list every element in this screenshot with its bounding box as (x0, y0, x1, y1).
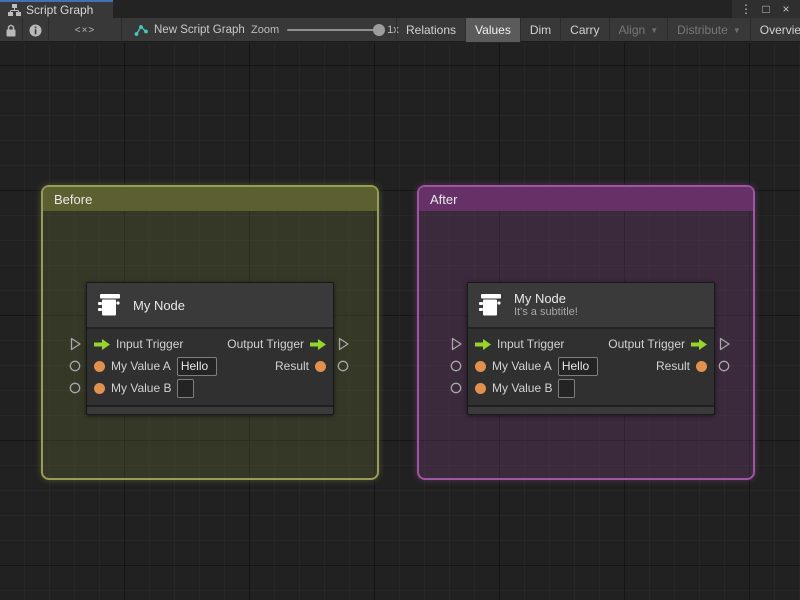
toolbar-buttons: Relations Values Dim Carry Align ▼ Distri… (396, 18, 800, 42)
value-b-input[interactable] (558, 378, 576, 398)
zoom-slider-handle[interactable] (373, 24, 386, 36)
info-icon (29, 24, 42, 36)
node-title: My Node (514, 291, 567, 306)
graph-toolbar: <×> New Script Graph Zoom 1x Relations V… (0, 18, 800, 42)
value-a-input[interactable] (176, 356, 217, 376)
port-row-value-a: My Value A Result (87, 355, 333, 377)
group-before-label: Before (54, 191, 93, 207)
value-a-input[interactable] (557, 356, 598, 376)
value-b-label: My Value B (111, 381, 172, 395)
tab-strip: Script Graph ⋮ □ × (0, 0, 800, 18)
flow-port-handle-flow-in[interactable] (69, 337, 82, 351)
value-input-port-icon[interactable] (475, 360, 486, 372)
result-label: Result (274, 359, 309, 373)
value-b-label: My Value B (492, 381, 553, 395)
window-controls: ⋮ □ × (732, 0, 800, 18)
node-subtitle: It's a subtitle! (514, 306, 578, 318)
dropdown-caret-icon: ▼ (732, 25, 741, 35)
relations-button[interactable]: Relations (396, 18, 465, 42)
maximize-icon[interactable]: □ (758, 1, 774, 17)
value-port-handle-value-b-in[interactable] (450, 381, 463, 395)
flow-input-port-icon[interactable] (475, 338, 491, 350)
output-trigger-label: Output Trigger (227, 337, 304, 351)
code-preview-toggle[interactable]: <×> (49, 18, 122, 42)
flow-input-port-icon[interactable] (94, 338, 110, 350)
tab-label: Script Graph (26, 3, 94, 17)
input-trigger-label: Input Trigger (497, 337, 565, 351)
flow-port-handle-flow-out[interactable] (337, 337, 350, 351)
node-title: My Node (133, 297, 186, 313)
port-row-value-b: My Value B (87, 377, 333, 399)
lock-icon (6, 24, 16, 36)
node-footer (87, 405, 333, 414)
carry-button[interactable]: Carry (560, 18, 608, 42)
port-row-triggers: Input Trigger Output Trigger (87, 333, 333, 355)
unit-node-icon (98, 294, 120, 316)
dropdown-caret-icon: ▼ (650, 25, 659, 35)
dim-button[interactable]: Dim (519, 18, 560, 42)
value-a-label: My Value A (111, 359, 171, 373)
value-input-port-icon[interactable] (475, 382, 486, 394)
node-my-node-after[interactable]: My Node It's a subtitle! Input Trigger O… (467, 282, 715, 415)
close-icon[interactable]: × (778, 1, 794, 17)
node-my-node-before[interactable]: My Node Input Trigger Output Trigger My … (86, 282, 334, 415)
lock-button[interactable] (0, 18, 23, 42)
value-port-handle-value-b-in[interactable] (69, 381, 82, 395)
graph-canvas[interactable]: Before After My Node Input Trigger Outpu… (0, 43, 800, 600)
overview-button[interactable]: Overview (749, 18, 800, 42)
input-trigger-label: Input Trigger (116, 337, 184, 351)
zoom-control: Zoom 1x (251, 18, 399, 42)
values-button[interactable]: Values (465, 18, 520, 42)
script-graph-window: Script Graph ⋮ □ × <×> New Script Graph … (0, 0, 800, 600)
info-button[interactable] (23, 18, 49, 42)
node-header[interactable]: My Node (87, 283, 333, 329)
value-port-handle-value-a-in[interactable] (450, 359, 463, 373)
zoom-slider[interactable] (287, 24, 386, 36)
value-port-handle-result-out[interactable] (337, 359, 350, 373)
group-before-header[interactable]: Before (43, 187, 377, 211)
value-output-port-icon[interactable] (315, 360, 326, 372)
group-after-label: After (430, 191, 458, 207)
script-graph-icon (134, 25, 148, 36)
graph-breadcrumb[interactable]: New Script Graph (134, 18, 245, 42)
flow-port-handle-flow-in[interactable] (450, 337, 463, 351)
kebab-menu-icon[interactable]: ⋮ (738, 1, 754, 17)
value-port-handle-value-a-in[interactable] (69, 359, 82, 373)
result-label: Result (655, 359, 690, 373)
value-output-port-icon[interactable] (696, 360, 707, 372)
value-input-port-icon[interactable] (94, 382, 105, 394)
value-a-label: My Value A (492, 359, 552, 373)
graph-hierarchy-icon (8, 4, 21, 16)
value-input-port-icon[interactable] (94, 360, 105, 372)
unit-node-icon (479, 294, 501, 316)
output-trigger-label: Output Trigger (608, 337, 685, 351)
node-footer (468, 405, 714, 414)
node-body: Input Trigger Output Trigger My Value A … (468, 329, 714, 405)
value-port-handle-result-out[interactable] (718, 359, 731, 373)
flow-port-handle-flow-out[interactable] (718, 337, 731, 351)
port-row-value-a: My Value A Result (468, 355, 714, 377)
code-icon: <×> (74, 24, 96, 36)
align-dropdown: Align ▼ (608, 18, 668, 42)
port-row-value-b: My Value B (468, 377, 714, 399)
group-after-header[interactable]: After (419, 187, 753, 211)
flow-output-port-icon[interactable] (310, 338, 326, 350)
value-b-input[interactable] (177, 378, 195, 398)
zoom-label: Zoom (251, 24, 280, 36)
graph-name: New Script Graph (154, 24, 245, 36)
port-row-triggers: Input Trigger Output Trigger (468, 333, 714, 355)
distribute-dropdown: Distribute ▼ (667, 18, 750, 42)
node-body: Input Trigger Output Trigger My Value A … (87, 329, 333, 405)
flow-output-port-icon[interactable] (691, 338, 707, 350)
tab-script-graph[interactable]: Script Graph (0, 0, 113, 18)
node-header[interactable]: My Node It's a subtitle! (468, 283, 714, 329)
